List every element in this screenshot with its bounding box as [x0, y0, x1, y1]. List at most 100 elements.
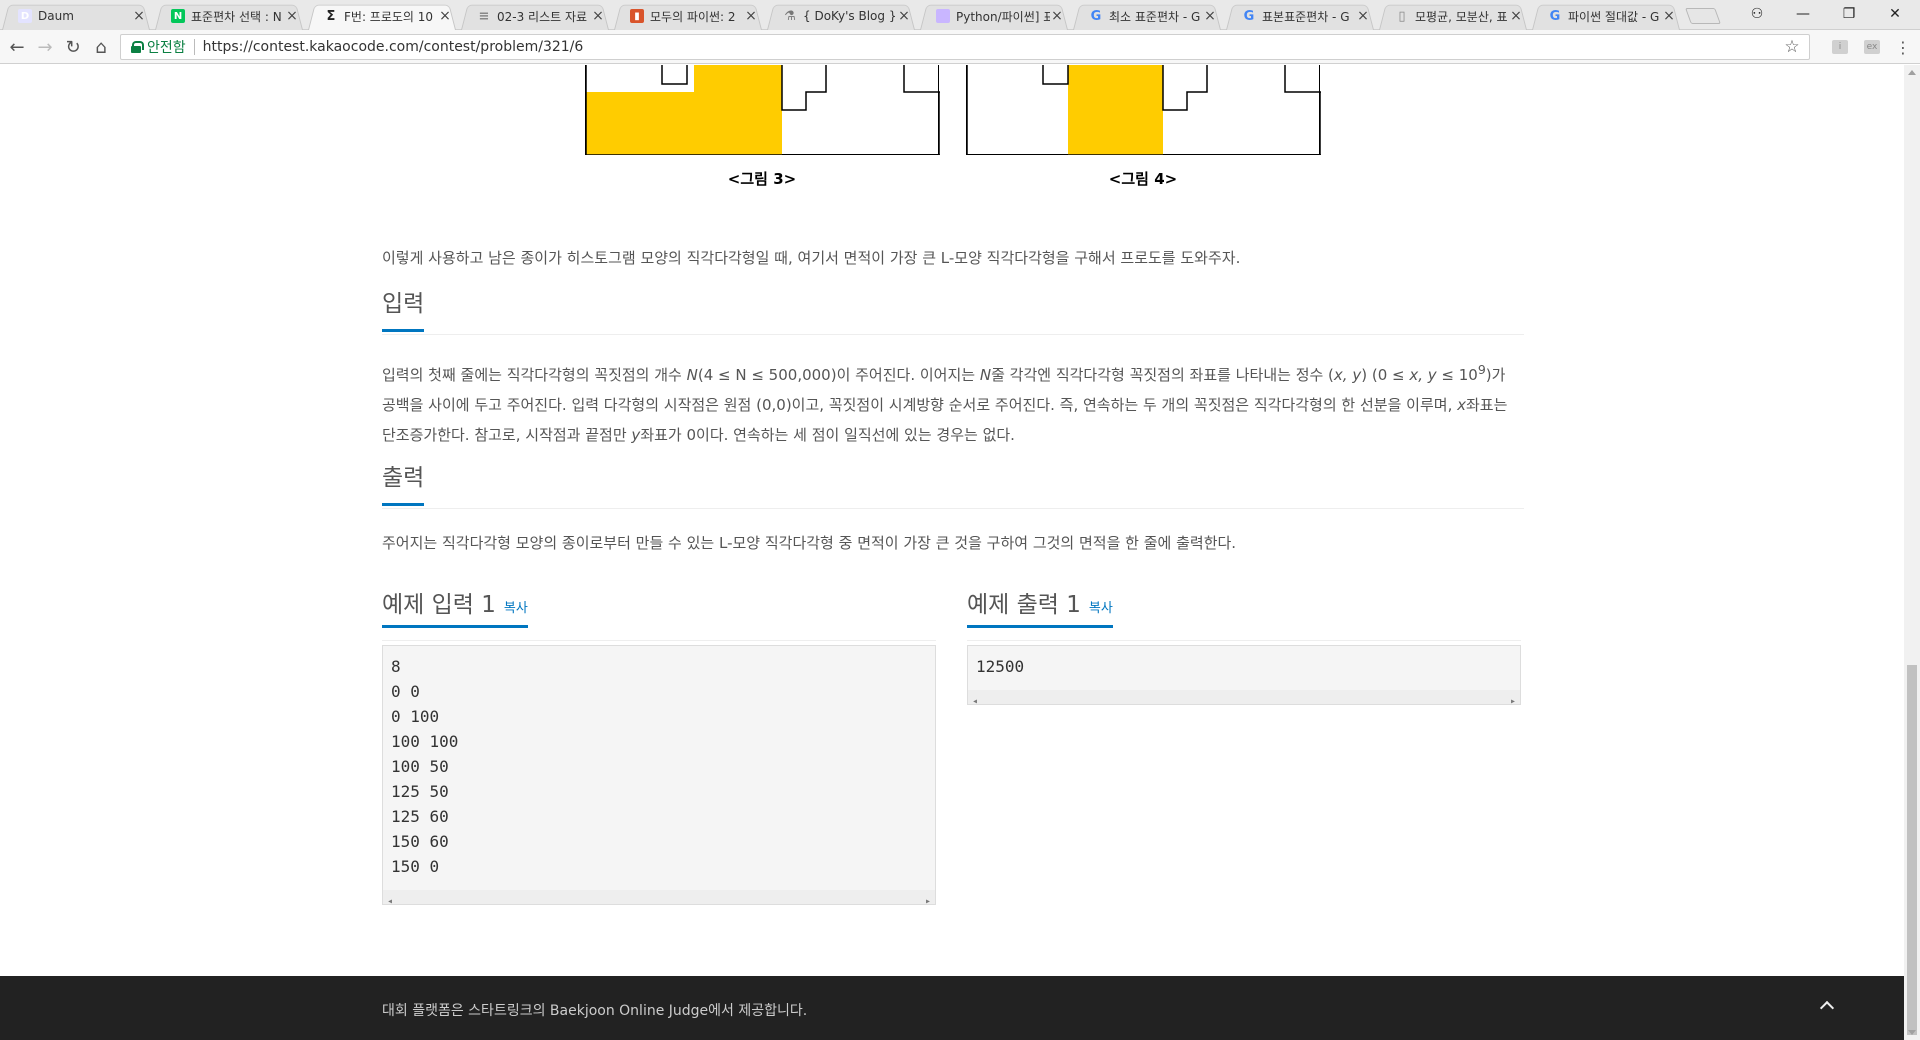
- close-tab-icon[interactable]: ×: [1050, 8, 1064, 24]
- sample-output-scrollbar[interactable]: [968, 689, 1520, 714]
- scroll-up-arrow[interactable]: [1908, 70, 1916, 75]
- variable-xy: x, y: [1409, 366, 1437, 384]
- polygon-outline: [1042, 65, 1069, 85]
- sample-input-content: 8 0 0 0 100 100 100 100 50 125 50 125 60…: [391, 657, 459, 876]
- close-tab-icon[interactable]: ×: [1509, 8, 1523, 24]
- sample-input-title-wrap: 예제 입력 1 복사: [382, 585, 528, 628]
- extension-icon[interactable]: i: [1832, 40, 1848, 54]
- intro-paragraph: 이렇게 사용하고 남은 종이가 히스토그램 모양의 직각다각형일 때, 여기서 …: [382, 249, 1241, 267]
- forward-icon[interactable]: →: [34, 36, 56, 58]
- scrollbar-thumb[interactable]: [1907, 665, 1917, 1035]
- browser-tab[interactable]: N 표준편차 선택 : N ×: [153, 2, 305, 30]
- page-scrollbar[interactable]: [1904, 65, 1920, 1040]
- tab-title: 모두의 파이썬: 2: [650, 9, 736, 24]
- divider: [193, 39, 195, 55]
- copy-sample-input-link[interactable]: 복사: [504, 601, 528, 616]
- tab-title: 02-3 리스트 자료: [497, 9, 588, 24]
- close-tab-icon[interactable]: ×: [897, 8, 911, 24]
- book-icon: ▮: [630, 9, 644, 23]
- input-text: ≤ 10: [1436, 366, 1478, 384]
- new-tab-button[interactable]: [1685, 8, 1721, 24]
- sample-input-scrollbar[interactable]: [383, 889, 935, 914]
- google-icon: G: [1243, 8, 1255, 24]
- polygon-outline: [661, 65, 688, 85]
- input-text: 입력의 첫째 줄에는 직각다각형의 꼭짓점의 개수: [382, 366, 687, 384]
- reload-icon[interactable]: ↻: [62, 36, 84, 58]
- bookmark-star-icon[interactable]: ☆: [1781, 37, 1803, 57]
- browser-tab[interactable]: D Daum ×: [0, 2, 152, 30]
- tab-title: Daum: [38, 9, 74, 23]
- sample-input-title: 예제 입력 1: [382, 592, 496, 618]
- input-heading: 입력: [382, 287, 425, 332]
- close-tab-icon[interactable]: ×: [1203, 8, 1217, 24]
- close-window-icon[interactable]: ✕: [1872, 0, 1918, 28]
- naver-icon: N: [171, 9, 185, 23]
- browser-tab[interactable]: ⚗ { DoKy's Blog } | ×: [765, 2, 917, 30]
- sigma-icon: Σ: [326, 8, 336, 24]
- browser-tab[interactable]: G 표본표준편차 - G ×: [1224, 2, 1376, 30]
- close-tab-icon[interactable]: ×: [132, 8, 146, 24]
- secure-label: 안전함: [147, 40, 186, 56]
- browser-tab[interactable]: Σ F번: 프로도의 10 ×: [306, 2, 458, 30]
- browser-tab[interactable]: Python/파이썬] 표 ×: [918, 2, 1070, 30]
- gradient-icon: [936, 9, 950, 23]
- tab-title: 모평균, 모분산, 표: [1415, 9, 1508, 24]
- l-shape-fill: [1068, 65, 1163, 155]
- close-tab-icon[interactable]: ×: [591, 8, 605, 24]
- polygon-outline: [781, 65, 827, 111]
- doc-icon: ≡: [478, 8, 490, 24]
- close-tab-icon[interactable]: ×: [1662, 8, 1676, 24]
- browser-tab[interactable]: ≡ 02-3 리스트 자료 ×: [459, 2, 611, 30]
- tab-title: 파이썬 절대값 - G: [1568, 9, 1660, 24]
- tab-strip: ⚇ — ❐ ✕ D Daum × N 표준편차 선택 : N × Σ F번: 프로도의 10 ×…: [0, 0, 1920, 30]
- daum-icon: D: [18, 9, 32, 23]
- tab-title: { DoKy's Blog } |: [803, 9, 897, 23]
- close-tab-icon[interactable]: ×: [744, 8, 758, 24]
- url-text[interactable]: https://contest.kakaocode.com/contest/pr…: [203, 39, 1781, 55]
- restore-icon[interactable]: ❐: [1826, 0, 1872, 28]
- back-to-top-icon[interactable]: [1820, 998, 1834, 1012]
- tab-title: 표본표준편차 - G: [1262, 9, 1350, 24]
- close-tab-icon[interactable]: ×: [438, 8, 452, 24]
- sample-output-title: 예제 출력 1: [967, 592, 1081, 618]
- figure-4-drawing: [967, 65, 1321, 155]
- sample-output-title-wrap: 예제 출력 1 복사: [967, 585, 1113, 628]
- browser-tab[interactable]: G 파이썬 절대값 - G ×: [1530, 2, 1682, 30]
- page-viewport: <그림 3> <그림 4> 이렇게 사용하고 남은 종이가 히스토그램 모양의 …: [0, 65, 1904, 1040]
- tab-title: F번: 프로도의 10: [344, 9, 434, 24]
- sample-output-box: 12500: [967, 645, 1521, 714]
- input-text: 좌표가 0이다. 연속하는 세 점이 일직선에 있는 경우는 없다.: [640, 426, 1015, 444]
- input-text: ) (0 ≤: [1361, 366, 1410, 384]
- browser-tab[interactable]: G 최소 표준편차 - G ×: [1071, 2, 1223, 30]
- back-icon[interactable]: ←: [6, 36, 28, 58]
- copy-sample-output-link[interactable]: 복사: [1089, 601, 1113, 616]
- browser-tab[interactable]: ▮ 모두의 파이썬: 2 ×: [612, 2, 764, 30]
- address-bar[interactable]: 안전함 https://contest.kakaocode.com/contes…: [120, 34, 1810, 60]
- close-tab-icon[interactable]: ×: [1356, 8, 1370, 24]
- l-shape-fill: [694, 65, 782, 155]
- figure-4-caption: <그림 4>: [1108, 170, 1178, 188]
- tab-title: Python/파이썬] 표: [956, 9, 1050, 24]
- page-footer: 대회 플랫폼은 스타트링크의 Baekjoon Online Judge에서 제…: [0, 976, 1904, 1040]
- menu-icon[interactable]: ⋮: [1892, 36, 1914, 58]
- browser-tab[interactable]: ▯ 모평균, 모분산, 표 ×: [1377, 2, 1529, 30]
- browser-toolbar: ← → ↻ ⌂ 안전함 https://contest.kakaocode.co…: [0, 30, 1920, 64]
- sample-input-box: 8 0 0 0 100 100 100 100 50 125 50 125 60…: [382, 645, 936, 914]
- output-paragraph: 주어지는 직각다각형 모양의 종이로부터 만들 수 있는 L-모양 직각다각형 …: [382, 534, 1237, 552]
- page-icon: ▯: [1398, 8, 1406, 24]
- close-tab-icon[interactable]: ×: [285, 8, 299, 24]
- extension-icon[interactable]: ex: [1864, 40, 1880, 54]
- tab-title: 표준편차 선택 : N: [191, 9, 282, 24]
- variable-y: y: [631, 426, 641, 444]
- scroll-down-arrow[interactable]: [1908, 1030, 1916, 1035]
- exponent: 9: [1477, 362, 1486, 377]
- variable-x: x: [1457, 396, 1466, 414]
- google-icon: G: [1090, 8, 1102, 24]
- figure-3: [585, 65, 940, 155]
- input-paragraph: 입력의 첫째 줄에는 직각다각형의 꼭짓점의 개수 N(4 ≤ N ≤ 500,…: [382, 355, 1524, 450]
- profile-icon[interactable]: ⚇: [1734, 0, 1780, 28]
- home-icon[interactable]: ⌂: [90, 36, 112, 58]
- minimize-icon[interactable]: —: [1780, 0, 1826, 28]
- input-text: (4 ≤ N ≤ 500,000)이 주어진다. 이어지는: [697, 366, 980, 384]
- lock-icon: [131, 41, 144, 53]
